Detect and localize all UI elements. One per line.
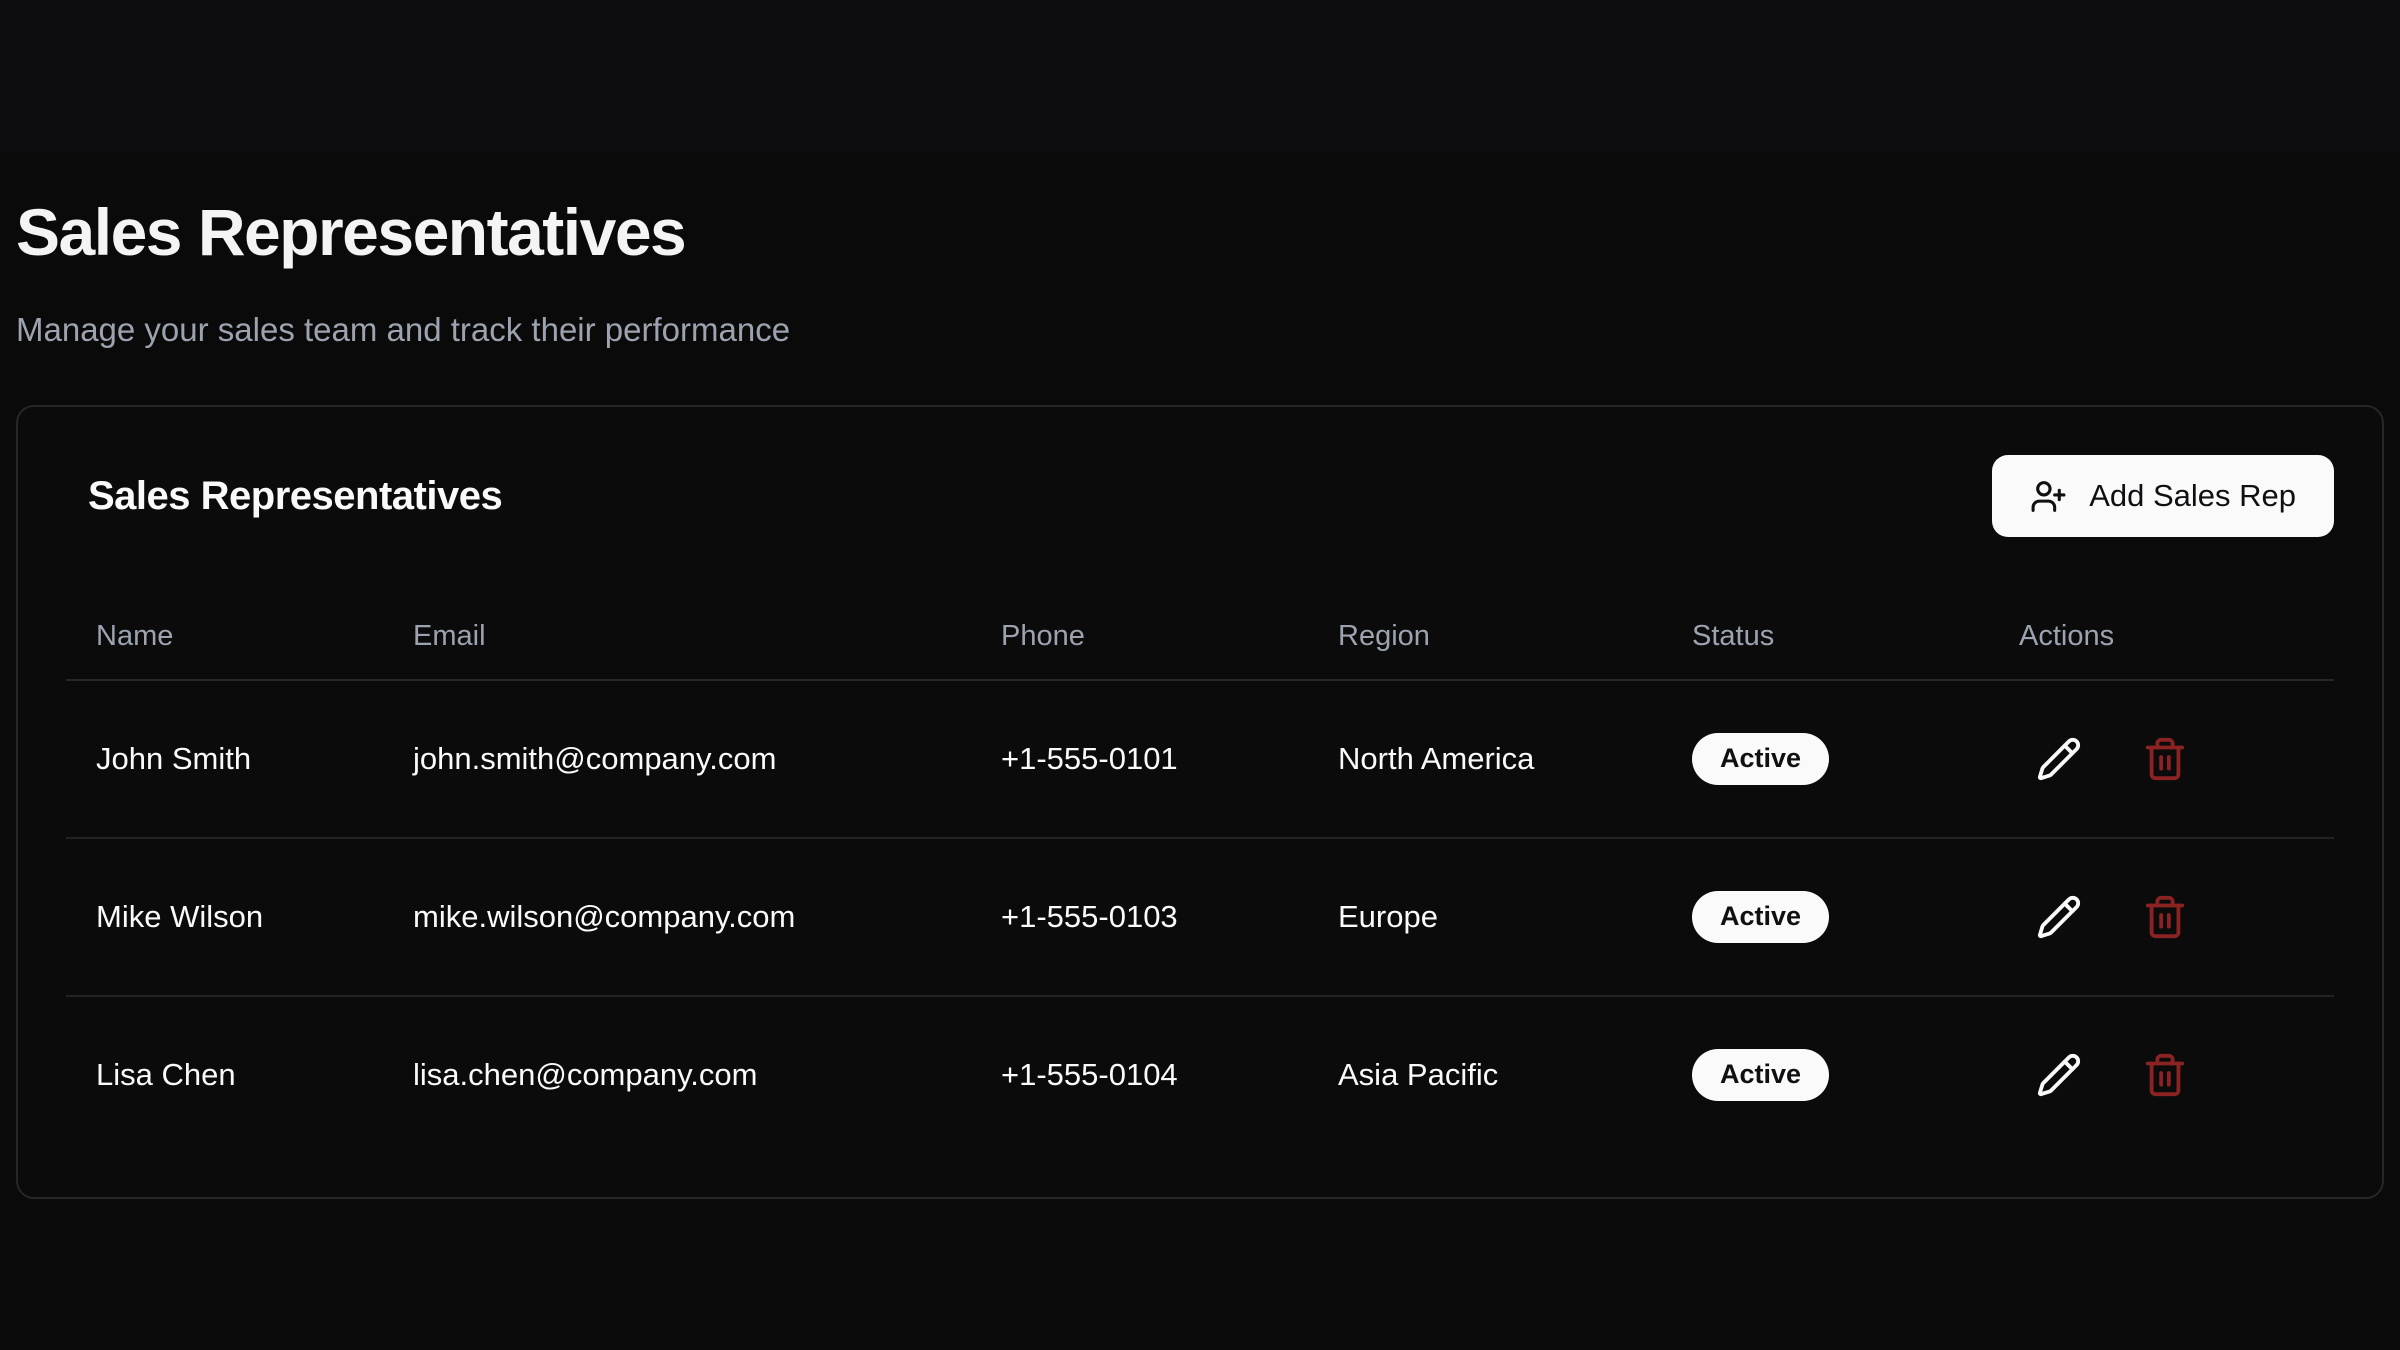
- cell-actions: [1989, 680, 2334, 838]
- cell-region: Asia Pacific: [1308, 996, 1662, 1153]
- trash-icon: [2142, 736, 2188, 782]
- cell-actions: [1989, 838, 2334, 996]
- table-header: Name Email Phone Region Status Actions: [66, 600, 2334, 680]
- cell-name: Lisa Chen: [66, 996, 383, 1153]
- cell-status: Active: [1662, 996, 1989, 1153]
- sales-reps-table: Name Email Phone Region Status Actions J…: [66, 600, 2334, 1153]
- delete-button[interactable]: [2141, 893, 2189, 941]
- pencil-icon: [2036, 894, 2082, 940]
- column-header-region: Region: [1308, 600, 1662, 680]
- cell-region: North America: [1308, 680, 1662, 838]
- status-badge: Active: [1692, 891, 1829, 943]
- status-badge: Active: [1692, 1049, 1829, 1101]
- page-container: Sales Representatives Manage your sales …: [0, 0, 2400, 1199]
- card-title: Sales Representatives: [66, 474, 502, 519]
- edit-button[interactable]: [2035, 893, 2083, 941]
- table-row: Mike Wilson mike.wilson@company.com +1-5…: [66, 838, 2334, 996]
- delete-button[interactable]: [2141, 1051, 2189, 1099]
- cell-email: john.smith@company.com: [383, 680, 971, 838]
- table-row: Lisa Chen lisa.chen@company.com +1-555-0…: [66, 996, 2334, 1153]
- column-header-actions: Actions: [1989, 600, 2334, 680]
- edit-button[interactable]: [2035, 1051, 2083, 1099]
- cell-email: mike.wilson@company.com: [383, 838, 971, 996]
- cell-phone: +1-555-0104: [971, 996, 1308, 1153]
- column-header-email: Email: [383, 600, 971, 680]
- card-header: Sales Representatives Add Sales Rep: [66, 455, 2334, 537]
- table-body: John Smith john.smith@company.com +1-555…: [66, 680, 2334, 1153]
- row-actions: [2035, 893, 2304, 941]
- delete-button[interactable]: [2141, 735, 2189, 783]
- row-actions: [2035, 1051, 2304, 1099]
- cell-name: Mike Wilson: [66, 838, 383, 996]
- sales-reps-card: Sales Representatives Add Sales Rep: [16, 405, 2384, 1199]
- column-header-name: Name: [66, 600, 383, 680]
- cell-phone: +1-555-0103: [971, 838, 1308, 996]
- cell-region: Europe: [1308, 838, 1662, 996]
- add-sales-rep-button[interactable]: Add Sales Rep: [1992, 455, 2334, 537]
- cell-name: John Smith: [66, 680, 383, 838]
- status-badge: Active: [1692, 733, 1829, 785]
- user-plus-icon: [2030, 478, 2067, 515]
- trash-icon: [2142, 894, 2188, 940]
- row-actions: [2035, 735, 2304, 783]
- trash-icon: [2142, 1052, 2188, 1098]
- column-header-status: Status: [1662, 600, 1989, 680]
- cell-status: Active: [1662, 838, 1989, 996]
- page-subtitle: Manage your sales team and track their p…: [16, 308, 2384, 352]
- page-title: Sales Representatives: [16, 0, 2384, 268]
- cell-status: Active: [1662, 680, 1989, 838]
- cell-email: lisa.chen@company.com: [383, 996, 971, 1153]
- pencil-icon: [2036, 1052, 2082, 1098]
- table-row: John Smith john.smith@company.com +1-555…: [66, 680, 2334, 838]
- edit-button[interactable]: [2035, 735, 2083, 783]
- table-header-row: Name Email Phone Region Status Actions: [66, 600, 2334, 680]
- cell-phone: +1-555-0101: [971, 680, 1308, 838]
- add-sales-rep-button-label: Add Sales Rep: [2089, 478, 2296, 514]
- pencil-icon: [2036, 736, 2082, 782]
- cell-actions: [1989, 996, 2334, 1153]
- column-header-phone: Phone: [971, 600, 1308, 680]
